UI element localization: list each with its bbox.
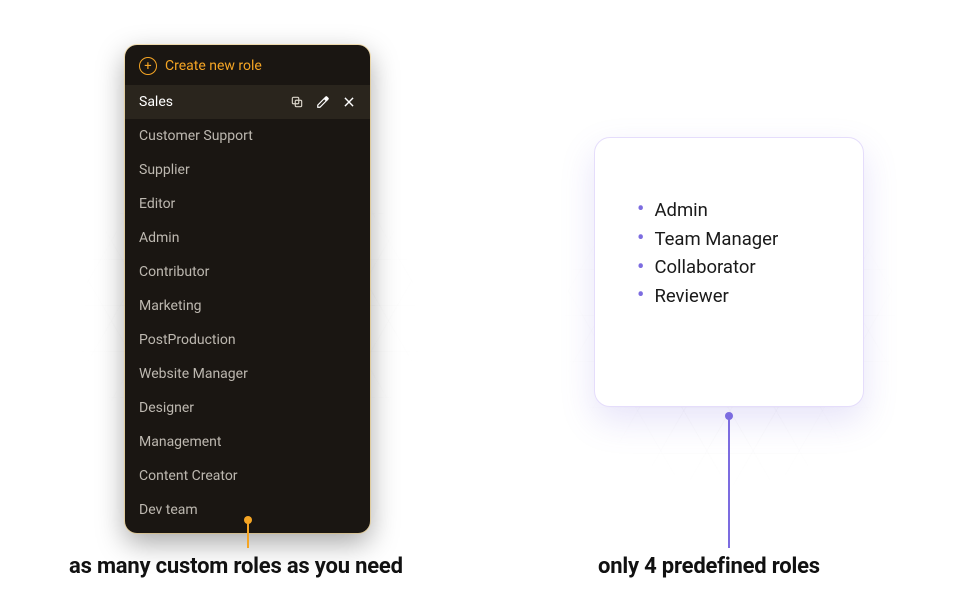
edit-icon[interactable] (316, 95, 330, 109)
predefined-roles-list: AdminTeam ManagerCollaboratorReviewer (637, 196, 827, 311)
close-icon[interactable] (342, 95, 356, 109)
role-item-actions (290, 95, 356, 109)
role-item[interactable]: Website Manager (125, 357, 370, 391)
role-item-label: Website Manager (139, 366, 248, 382)
caption-right: only 4 predefined roles (598, 554, 820, 579)
create-new-role-label: Create new role (165, 58, 262, 74)
predefined-role-item: Reviewer (637, 282, 827, 311)
roles-list: Sales Customer Support Supplier Editor Admin… (125, 85, 370, 527)
role-item[interactable]: Sales (125, 85, 370, 119)
predefined-role-item: Collaborator (637, 253, 827, 282)
predefined-role-label: Admin (654, 196, 707, 225)
role-item-label: Marketing (139, 298, 202, 314)
role-item-label: Supplier (139, 162, 190, 178)
predefined-role-label: Team Manager (654, 225, 778, 254)
role-item[interactable]: Contributor (125, 255, 370, 289)
role-item-label: Editor (139, 196, 175, 212)
role-item[interactable]: Designer (125, 391, 370, 425)
role-item[interactable]: PostProduction (125, 323, 370, 357)
role-item[interactable]: Editor (125, 187, 370, 221)
connector-line-left (247, 520, 249, 548)
role-item-label: Contributor (139, 264, 209, 280)
role-item-label: PostProduction (139, 332, 236, 348)
predefined-role-label: Reviewer (654, 282, 728, 311)
predefined-role-item: Team Manager (637, 225, 827, 254)
caption-left: as many custom roles as you need (69, 554, 403, 579)
role-item[interactable]: Content Creator (125, 459, 370, 493)
role-item[interactable]: Management (125, 425, 370, 459)
predefined-role-item: Admin (637, 196, 827, 225)
role-item[interactable]: Marketing (125, 289, 370, 323)
predefined-roles-card: AdminTeam ManagerCollaboratorReviewer (594, 137, 864, 407)
role-item[interactable]: Supplier (125, 153, 370, 187)
role-item[interactable]: Admin (125, 221, 370, 255)
custom-roles-panel: + Create new role SalesCustomer SupportS… (125, 45, 370, 533)
role-item-label: Sales (139, 94, 173, 110)
connector-line-right (728, 416, 730, 548)
role-item-label: Admin (139, 230, 179, 246)
role-item-label: Management (139, 434, 221, 450)
plus-circle-icon: + (139, 57, 157, 75)
role-item-label: Content Creator (139, 468, 238, 484)
copy-icon[interactable] (290, 95, 304, 109)
create-new-role-button[interactable]: + Create new role (125, 45, 370, 85)
role-item-label: Customer Support (139, 128, 253, 144)
role-item-label: Dev team (139, 502, 198, 518)
role-item-label: Designer (139, 400, 194, 416)
predefined-role-label: Collaborator (654, 253, 755, 282)
role-item[interactable]: Customer Support (125, 119, 370, 153)
